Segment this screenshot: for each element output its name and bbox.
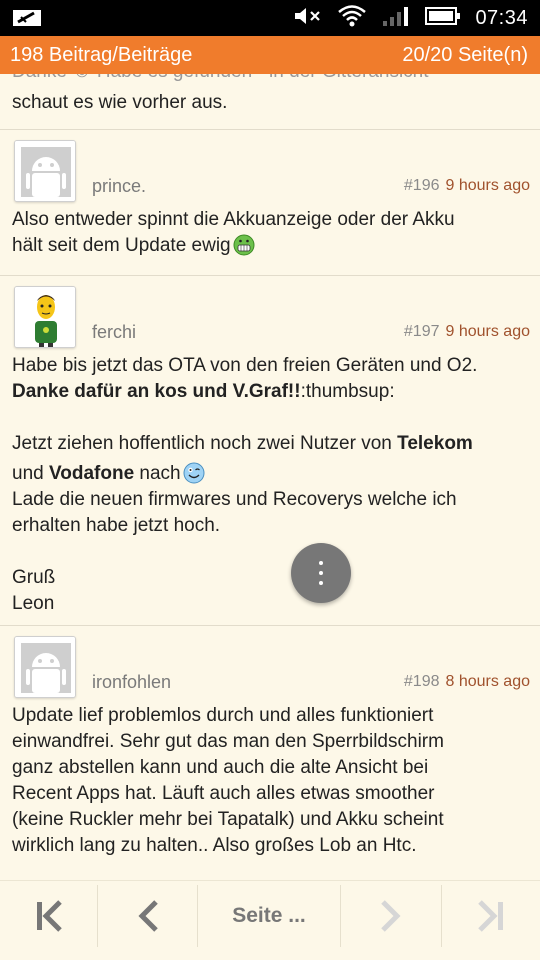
battery-icon [425,6,461,31]
next-page-button[interactable] [341,881,441,951]
post-198: ironfohlen #198 8 hours ago Update lief p… [0,626,540,880]
first-page-button[interactable] [0,881,97,951]
post-line: nach [134,463,181,484]
post-time: 8 hours ago [445,673,530,690]
cartoon-avatar-icon [15,287,75,347]
post-196: prince. #196 9 hours ago Also entweder sp… [0,130,540,275]
post-count: 198 Beitrag/Beiträge [10,44,193,66]
post-line: Also entweder spinnt die Akkuanzeige ode… [12,209,455,230]
page-indicator[interactable]: 20/20 Seite(n) [402,44,528,67]
android-avatar-icon [15,637,75,697]
notification-icon [12,8,42,28]
post-list[interactable]: Danke ☺ Habe es gefunden - in der Gitter… [0,74,540,880]
post-line: wirklich lang zu halten.. Also großes Lo… [12,835,417,856]
grin-emoji-icon [233,234,255,256]
dot-icon [319,561,323,565]
post-body: Update lief problemlos durch und alles f… [12,703,532,859]
more-options-button[interactable] [291,543,351,603]
post-time: 9 hours ago [445,177,530,194]
post-time: 9 hours ago [445,323,530,340]
post-bold-text: Vodafone [48,463,135,484]
post-meta: #196 9 hours ago [404,177,530,195]
post-line: Jetzt ziehen hoffentlich noch zwei Nutze… [12,433,398,454]
post-meta: #197 9 hours ago [404,323,530,341]
post-197-body: Habe bis jetzt das OTA von den freien Ge… [12,353,532,617]
partial-visible-line: schaut es wie vorher aus. [12,92,228,113]
post-number: #198 [403,673,440,690]
clock: 07:34 [475,6,528,29]
post-line: (keine Ruckler mehr bei Tapatalk) und Ak… [12,809,444,830]
post-line: Gruß [12,567,56,588]
partial-cut-line: Danke ☺ Habe es gefunden - in der Gitter… [12,74,429,85]
page-navigation: Seite ... [0,880,540,950]
post-line: Leon [12,593,55,614]
username[interactable]: ferchi [92,322,136,343]
post-number: #196 [403,177,440,194]
post-line: Update lief problemlos durch und alles f… [12,705,434,726]
bottom-edge [0,950,540,960]
post-line: und [12,463,49,484]
last-page-button[interactable] [442,881,540,951]
signal-icon [381,5,411,32]
wink-emoji-icon [183,462,205,484]
chevron-right-icon [381,900,401,932]
post-bold-text: Danke dafür an kos und V.Graf!! [12,381,301,402]
avatar[interactable] [14,286,76,348]
avatar[interactable] [14,140,76,202]
post-line: Recent Apps hat. Läuft auch alles etwas … [12,783,435,804]
dot-icon [319,581,323,585]
android-avatar-icon [15,141,75,201]
post-body: Also entweder spinnt die Akkuanzeige ode… [12,207,532,259]
page-select-label: Seite ... [232,904,306,927]
last-page-icon [478,900,503,932]
post-line: ganz abstellen kann und auch die alte An… [12,757,429,778]
username[interactable]: prince. [92,176,146,197]
post-line: Habe bis jetzt das OTA von den freien Ge… [12,355,478,376]
topic-header: 198 Beitrag/Beiträge 20/20 Seite(n) [0,36,540,74]
mute-icon [293,5,323,32]
status-bar: 07:34 [0,0,540,36]
avatar[interactable] [14,636,76,698]
post-line: einwandfrei. Sehr gut das man den Sperrb… [12,731,444,752]
post-meta: #198 8 hours ago [404,673,530,691]
previous-page-button[interactable] [98,881,197,951]
wifi-icon [337,4,367,33]
post-bold-text: Telekom [397,433,473,454]
post-line: Lade die neuen firmwares und Recoverys w… [12,489,457,510]
post-line: hält seit dem Update ewig [12,235,231,256]
first-page-icon [36,900,62,932]
chevron-left-icon [137,900,158,932]
username[interactable]: ironfohlen [92,672,171,693]
post-line: :thumbsup: [300,381,395,402]
dot-icon [319,571,323,575]
page-select-button[interactable]: Seite ... [198,881,340,951]
post-number: #197 [403,323,440,340]
post-line: erhalten habe jetzt hoch. [12,515,221,536]
